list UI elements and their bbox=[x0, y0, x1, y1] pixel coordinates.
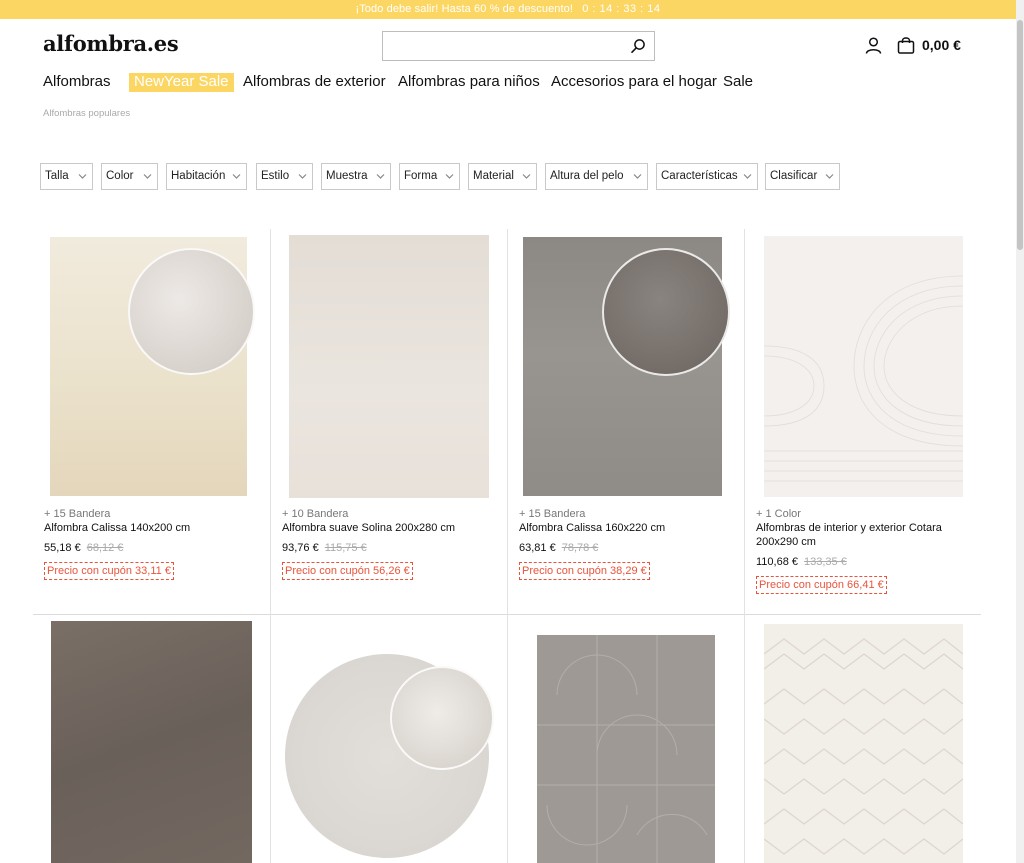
search-box[interactable] bbox=[382, 31, 655, 61]
product-variants[interactable]: + 10 Bandera bbox=[282, 508, 502, 521]
filter-caracteristicas[interactable]: Características bbox=[656, 163, 758, 190]
chevron-down-icon bbox=[376, 174, 385, 179]
product-card[interactable] bbox=[744, 615, 981, 863]
nav-item-alfombras[interactable]: Alfombras bbox=[43, 73, 111, 91]
product-card[interactable] bbox=[270, 615, 507, 863]
product-price: 63,81 € bbox=[519, 542, 556, 554]
product-variants[interactable]: + 15 Bandera bbox=[44, 508, 264, 521]
product-card[interactable]: + 1 Color Alfombras de interior y exteri… bbox=[744, 229, 981, 615]
filter-label: Clasificar bbox=[770, 170, 818, 182]
product-card[interactable] bbox=[507, 615, 744, 863]
filter-label: Forma bbox=[404, 170, 438, 182]
filter-material[interactable]: Material bbox=[468, 163, 537, 190]
filter-color[interactable]: Color bbox=[101, 163, 158, 190]
product-card[interactable]: + 15 Bandera Alfombra Calissa 140x200 cm… bbox=[33, 229, 270, 615]
product-old-price: 115,75 € bbox=[324, 542, 367, 554]
cart-total[interactable]: 0,00 € bbox=[922, 37, 961, 53]
promo-bar: ¡Todo debe salir! Hasta 60 % de descuent… bbox=[0, 0, 1016, 19]
product-image[interactable] bbox=[289, 235, 489, 498]
rug-pattern bbox=[764, 275, 963, 482]
coupon-badge: Precio con cupón 56,26 € bbox=[282, 562, 413, 580]
texture-zoom-image bbox=[602, 248, 730, 376]
product-price: 93,76 € bbox=[282, 542, 319, 554]
filter-label: Altura del pelo bbox=[550, 170, 624, 182]
nav-item-alfombras-de-exterior[interactable]: Alfombras de exterior bbox=[243, 73, 386, 91]
product-old-price: 78,78 € bbox=[561, 542, 599, 554]
product-old-price: 68,12 € bbox=[86, 542, 124, 554]
chevron-down-icon bbox=[143, 174, 152, 179]
chevron-down-icon bbox=[78, 174, 87, 179]
product-variants[interactable]: + 1 Color bbox=[756, 508, 976, 521]
chevron-down-icon bbox=[743, 174, 752, 179]
filter-label: Muestra bbox=[326, 170, 368, 182]
breadcrumb[interactable]: Alfombras populares bbox=[43, 108, 130, 119]
chevron-down-icon bbox=[522, 174, 531, 179]
product-image[interactable] bbox=[51, 621, 252, 863]
product-image[interactable] bbox=[537, 635, 715, 863]
texture-zoom-image bbox=[128, 248, 255, 375]
filter-label: Habitación bbox=[171, 170, 226, 182]
product-title[interactable]: Alfombra Calissa 140x200 cm bbox=[44, 521, 264, 535]
coupon-badge: Precio con cupón 66,41 € bbox=[756, 576, 887, 594]
filter-label: Características bbox=[661, 170, 738, 182]
nav-item-accesorios[interactable]: Accesorios para el hogar bbox=[551, 73, 717, 91]
nav-item-sale[interactable]: Sale bbox=[723, 73, 753, 91]
product-image[interactable] bbox=[764, 624, 963, 863]
filter-label: Material bbox=[473, 170, 514, 182]
site-logo[interactable]: alfombra.es bbox=[43, 31, 179, 56]
product-old-price: 133,35 € bbox=[804, 556, 847, 568]
shopping-bag-icon[interactable] bbox=[897, 36, 915, 54]
filter-altura-del-pelo[interactable]: Altura del pelo bbox=[545, 163, 648, 190]
product-price: 110,68 € bbox=[756, 556, 799, 568]
product-title[interactable]: Alfombra suave Solina 200x280 cm bbox=[282, 521, 502, 535]
chevron-down-icon bbox=[825, 174, 834, 179]
product-price: 55,18 € bbox=[44, 542, 81, 554]
product-card[interactable]: + 15 Bandera Alfombra Calissa 160x220 cm… bbox=[507, 229, 744, 615]
filter-label: Talla bbox=[45, 170, 69, 182]
filter-estilo[interactable]: Estilo bbox=[256, 163, 313, 190]
texture-zoom-image bbox=[390, 666, 494, 770]
filter-talla[interactable]: Talla bbox=[40, 163, 93, 190]
rug-pattern bbox=[537, 635, 715, 863]
account-icon[interactable] bbox=[865, 37, 882, 54]
chevron-down-icon bbox=[633, 174, 642, 179]
product-card[interactable]: + 10 Bandera Alfombra suave Solina 200x2… bbox=[270, 229, 507, 615]
search-icon[interactable] bbox=[630, 38, 646, 54]
filter-label: Estilo bbox=[261, 170, 290, 182]
nav-item-newyear-sale[interactable]: NewYear Sale bbox=[129, 73, 234, 92]
filter-label: Color bbox=[106, 170, 134, 182]
coupon-badge: Precio con cupón 38,29 € bbox=[519, 562, 650, 580]
chevron-down-icon bbox=[232, 174, 241, 179]
filter-forma[interactable]: Forma bbox=[399, 163, 460, 190]
product-title[interactable]: Alfombra Calissa 160x220 cm bbox=[519, 521, 739, 535]
product-image[interactable] bbox=[764, 236, 963, 497]
promo-countdown: 0 : 14 : 33 : 14 bbox=[582, 3, 661, 15]
scrollbar[interactable] bbox=[1016, 0, 1024, 863]
scrollbar-thumb[interactable] bbox=[1017, 20, 1023, 250]
chevron-down-icon bbox=[298, 174, 307, 179]
search-input[interactable] bbox=[383, 32, 613, 60]
rug-pattern bbox=[764, 638, 963, 855]
product-card[interactable] bbox=[33, 615, 270, 863]
filter-clasificar[interactable]: Clasificar bbox=[765, 163, 840, 190]
nav-item-alfombras-para-ninos[interactable]: Alfombras para niños bbox=[398, 73, 540, 91]
filter-habitacion[interactable]: Habitación bbox=[166, 163, 247, 190]
product-variants[interactable]: + 15 Bandera bbox=[519, 508, 739, 521]
chevron-down-icon bbox=[445, 174, 454, 179]
coupon-badge: Precio con cupón 33,11 € bbox=[44, 562, 174, 580]
filter-muestra[interactable]: Muestra bbox=[321, 163, 391, 190]
promo-text: ¡Todo debe salir! Hasta 60 % de descuent… bbox=[355, 3, 574, 15]
product-title[interactable]: Alfombras de interior y exterior Cotara … bbox=[756, 521, 976, 549]
